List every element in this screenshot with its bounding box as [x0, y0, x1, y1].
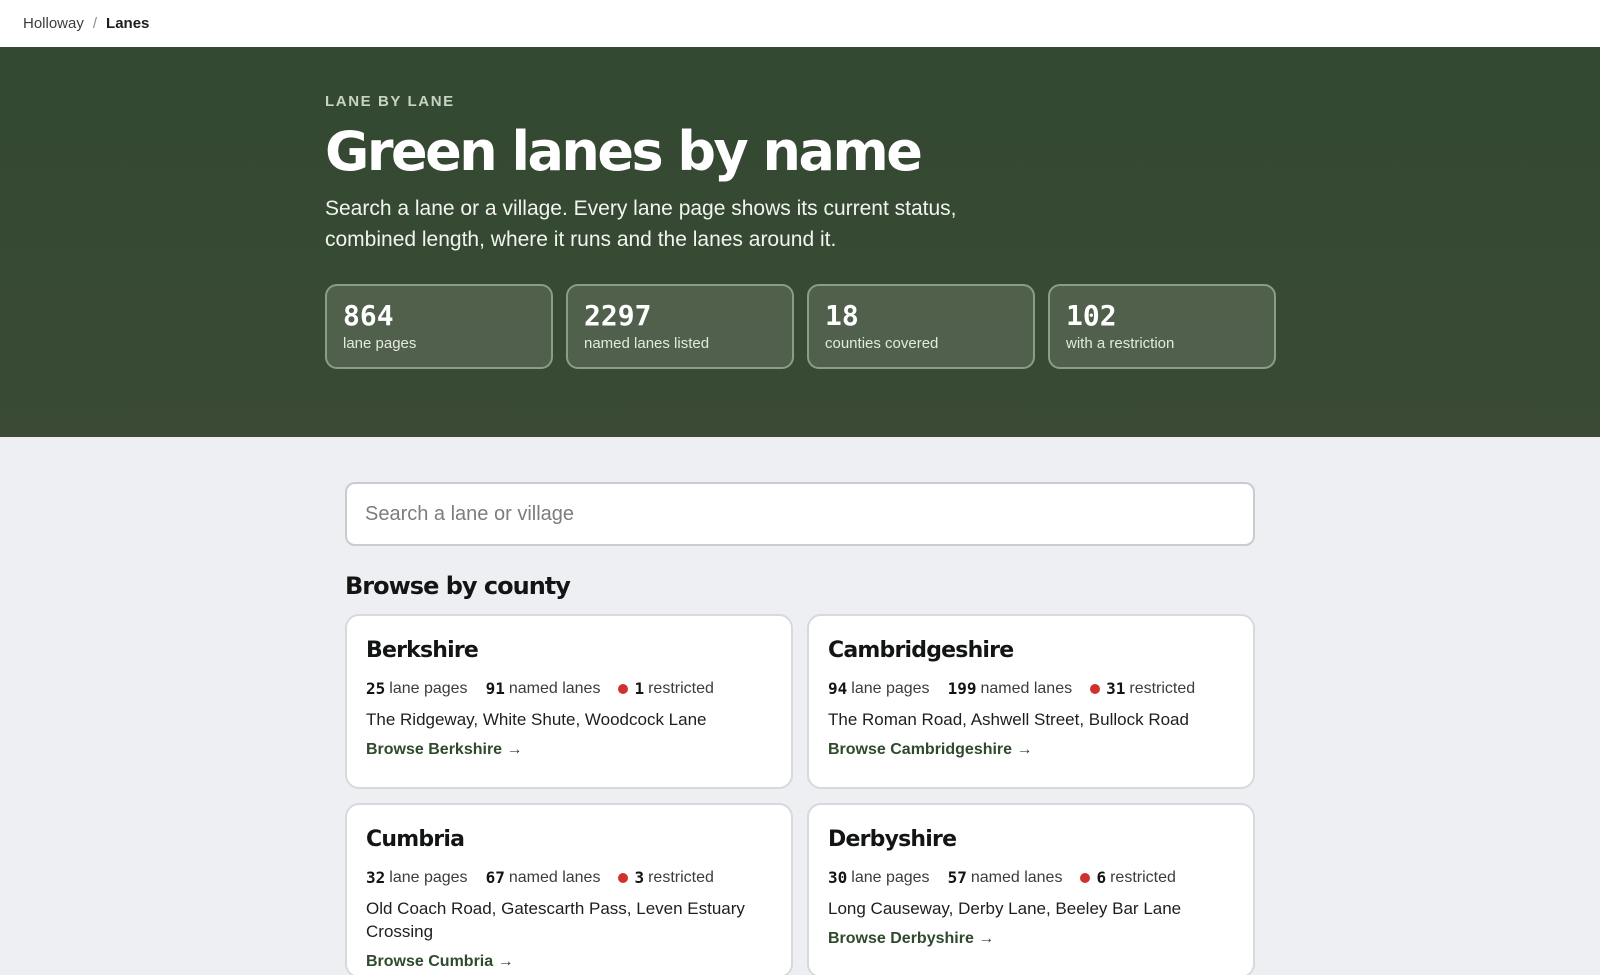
- count-label: restricted: [648, 679, 714, 697]
- stat-value: 864: [343, 298, 394, 332]
- count-value: 30: [828, 868, 848, 887]
- hero-kicker: LANE BY LANE: [325, 93, 455, 110]
- count-value: 6: [1096, 868, 1107, 887]
- stat-value: 2297: [584, 298, 652, 332]
- browse-county-link[interactable]: Browse Cumbria →: [366, 953, 514, 971]
- lane-pages-count: 25 lane pages: [366, 679, 468, 698]
- count-value: 25: [366, 679, 386, 698]
- count-label: named lanes: [980, 679, 1073, 697]
- count-label: restricted: [1110, 868, 1176, 886]
- county-example-lanes: The Roman Road, Ashwell Street, Bullock …: [828, 710, 1189, 729]
- stat-restricted: 102 with a restriction: [1048, 283, 1276, 369]
- county-stats: 30 lane pages 57 named lanes 6 restricted: [828, 868, 1234, 887]
- named-lanes-count: 91 named lanes: [486, 679, 601, 698]
- breadcrumb-home-link[interactable]: Holloway: [23, 15, 84, 32]
- county-name: Cambridgeshire: [828, 638, 1014, 663]
- count-label: lane pages: [389, 868, 468, 886]
- county-stats: 25 lane pages 91 named lanes 1 restricted: [366, 679, 772, 698]
- county-card-derbyshire: Derbyshire 30 lane pages 57 named lanes 6r…: [807, 803, 1255, 975]
- named-lanes-count: 199 named lanes: [948, 679, 1073, 698]
- count-value: 94: [828, 679, 848, 698]
- count-value: 91: [485, 679, 505, 698]
- county-name: Derbyshire: [828, 827, 957, 852]
- stat-counties: 18 counties covered: [807, 283, 1035, 369]
- restricted-count: 3 restricted: [618, 868, 714, 887]
- count-label: restricted: [648, 868, 714, 886]
- stat-value: 18: [825, 298, 859, 332]
- search-input[interactable]: [345, 482, 1255, 546]
- main-content: Browse by county Berkshire 25lane pages …: [0, 437, 1600, 975]
- stat-label: named lanes listed: [584, 334, 710, 352]
- county-example-lanes: The Ridgeway, White Shute, Woodcock Lane: [366, 710, 707, 729]
- count-label: named lanes: [970, 868, 1063, 886]
- restricted-dot-icon: [618, 683, 629, 694]
- browse-county-link[interactable]: Browse Cambridgeshire →: [828, 741, 1033, 759]
- breadcrumb-separator: /: [92, 15, 98, 32]
- breadcrumb: Holloway / Lanes: [23, 15, 149, 32]
- county-example-lanes: Old Coach Road, Gatescarth Pass, Leven E…: [366, 899, 745, 941]
- count-value: 3: [634, 868, 645, 887]
- count-label: restricted: [1129, 679, 1196, 697]
- browse-section-title: Browse by county: [345, 572, 571, 600]
- county-stats: 32 lane pages 67 named lanes 3 restricted: [366, 868, 772, 887]
- county-name: Cumbria: [366, 827, 465, 852]
- restricted-count: 31 restricted: [1090, 679, 1195, 698]
- county-example-lanes: Long Causeway, Derby Lane, Beeley Bar La…: [828, 899, 1182, 918]
- count-value: 32: [366, 868, 386, 887]
- county-stats: 94 lane pages 199 named lanes 31 restricted: [828, 679, 1234, 698]
- stat-lane-pages: 864 lane pages: [325, 283, 553, 369]
- named-lanes-count: 67 named lanes: [486, 868, 601, 887]
- county-grid: Berkshire 25 lane pages 91 named lanes 1 re…: [345, 614, 1600, 975]
- browse-county-link[interactable]: Browse Berkshire →: [366, 741, 523, 759]
- count-label: named lanes: [508, 679, 601, 697]
- stat-label: lane pages: [343, 334, 417, 352]
- stat-value: 102: [1066, 298, 1117, 332]
- county-name: Berkshire: [366, 638, 479, 663]
- stat-label: with a restriction: [1066, 334, 1175, 352]
- count-value: 67: [485, 868, 505, 887]
- count-label: lane pages: [851, 868, 930, 886]
- count-label: lane pages: [851, 679, 930, 697]
- stat-named-lanes: 2297 named lanes listed: [566, 283, 794, 369]
- hero-banner: LANE BY LANE Green lanes by name Search …: [0, 47, 1600, 437]
- hero-description: Search a lane or a village. Every lane p…: [325, 196, 957, 251]
- restricted-count: 1 restricted: [618, 679, 714, 698]
- page-title: Green lanes by name: [325, 120, 923, 183]
- count-value: 31: [1106, 679, 1126, 698]
- count-label: named lanes: [508, 868, 601, 886]
- breadcrumb-current: Lanes: [106, 15, 150, 32]
- lane-pages-count: 94 lane pages: [828, 679, 930, 698]
- restricted-dot-icon: [618, 872, 629, 883]
- lane-pages-count: 32 lane pages: [366, 868, 468, 887]
- count-value: 1: [634, 679, 645, 698]
- restricted-dot-icon: [1090, 683, 1101, 694]
- top-bar: Holloway / Lanes: [0, 0, 1600, 47]
- count-value: 57: [947, 868, 967, 887]
- stat-label: counties covered: [825, 334, 939, 352]
- named-lanes-count: 57 named lanes: [948, 868, 1063, 887]
- county-card-cambridgeshire: Cambridgeshire 94 lane pages 199 named lan…: [807, 614, 1255, 789]
- county-card-berkshire: Berkshire 25 lane pages 91 named lanes 1 re…: [345, 614, 793, 789]
- count-value: 199: [947, 679, 977, 698]
- county-card-cumbria: Cumbria 32 lane pages 67 named lanes 3 rest…: [345, 803, 793, 975]
- restricted-dot-icon: [1080, 872, 1091, 883]
- count-label: lane pages: [389, 679, 468, 697]
- browse-county-link[interactable]: Browse Derbyshire →: [828, 930, 994, 948]
- restricted-count: 6 restricted: [1080, 868, 1176, 887]
- lane-pages-count: 30 lane pages: [828, 868, 930, 887]
- stats-row: 864 lane pages 2297 named lanes listed 1…: [325, 283, 1600, 369]
